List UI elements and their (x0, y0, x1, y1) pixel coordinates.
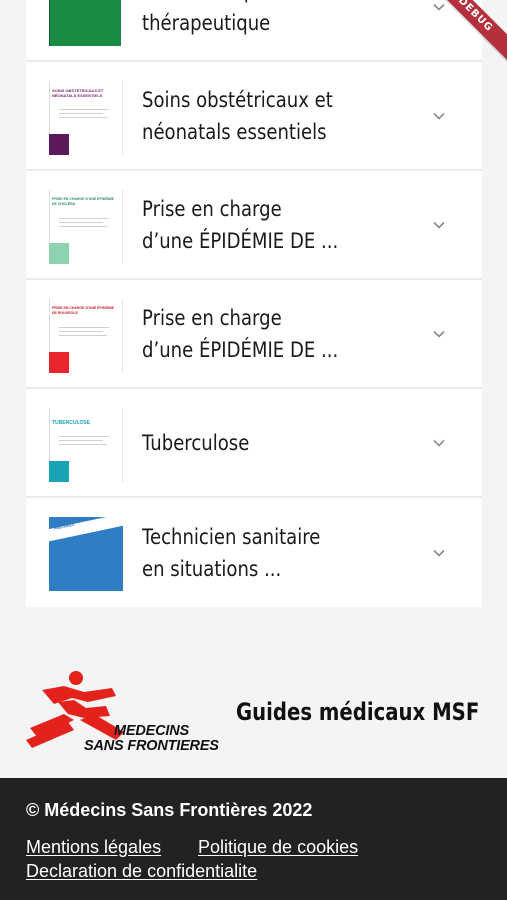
guide-cover: PRISE EN CHARGE D'UNE ÉPIDÉMIE DE ROUGEO… (49, 299, 123, 373)
guide-card[interactable]: TUBERCULOSE Tuberculose (26, 389, 482, 498)
cover-heading: PRISE EN CHARGE D'UNE ÉPIDÉMIE DE CHOLÉR… (52, 197, 114, 206)
cover-heading: PRISE EN CHARGE D'UNE ÉPIDÉMIE DE ROUGEO… (52, 306, 114, 315)
cover-heading: SOINS OBSTÉTRICAUX ET NÉONATALS ESSENTIE… (52, 88, 104, 98)
guide-title: Prise en charge d’une ÉPIDÉMIE DE ... (142, 196, 339, 253)
guide-card[interactable]: SOINS OBSTÉTRICAUX ET NÉONATALS ESSENTIE… (26, 62, 482, 171)
chevron-down-icon[interactable] (432, 218, 446, 232)
cover-heading: TUBERCULOSE (52, 420, 91, 426)
chevron-down-icon[interactable] (432, 109, 446, 123)
guide-title: Tuberculose (142, 430, 250, 455)
guide-title: Soins obstétricaux et néonatals essentie… (142, 87, 333, 144)
guide-card[interactable]: PRISE EN CHARGE D'UNE ÉPIDÉMIE DE CHOLÉR… (26, 171, 482, 280)
chevron-down-icon[interactable] (432, 0, 446, 14)
msf-logo: MEDECINS SANS FRONTIERES (24, 670, 224, 754)
msf-wordmark-line2: SANS FRONTIERES (84, 738, 219, 754)
guide-cover (49, 0, 123, 46)
guide-title: Technicien sanitaire en situations ... (142, 524, 321, 581)
guide-cover: TECHNICIEN SANITAIRE EN SITUATIONS PRÉCA… (49, 517, 123, 591)
cookie-policy-link[interactable]: Politique de cookies (198, 837, 358, 858)
guide-card[interactable]: PRISE EN CHARGE D'UNE ÉPIDÉMIE DE ROUGEO… (26, 280, 482, 389)
privacy-statement-link[interactable]: Declaration de confidentialite (26, 861, 257, 882)
guide-title: Guide clinique et thérapeutique (142, 0, 295, 35)
guide-cover: SOINS OBSTÉTRICAUX ET NÉONATALS ESSENTIE… (49, 81, 123, 155)
guide-cover: PRISE EN CHARGE D'UNE ÉPIDÉMIE DE CHOLÉR… (49, 190, 123, 264)
guide-cover: TUBERCULOSE (49, 408, 123, 482)
guide-list: Guide clinique et thérapeutique SOINS OB… (26, 0, 482, 607)
chevron-down-icon[interactable] (432, 327, 446, 341)
brand-section: MEDECINS SANS FRONTIERES Guides médicaux… (0, 620, 507, 778)
legal-notice-link[interactable]: Mentions légales (26, 837, 161, 858)
footer: © Médecins Sans Frontières 2022 Mentions… (0, 778, 507, 900)
msf-wordmark: MEDECINS SANS FRONTIERES (84, 724, 219, 754)
chevron-down-icon[interactable] (432, 546, 446, 560)
guide-card[interactable]: Guide clinique et thérapeutique (26, 0, 482, 62)
guide-card[interactable]: TECHNICIEN SANITAIRE EN SITUATIONS PRÉCA… (26, 498, 482, 607)
app-title: Guides médicaux MSF (236, 698, 480, 726)
msf-wordmark-line1: MEDECINS (114, 723, 189, 739)
chevron-down-icon[interactable] (432, 436, 446, 450)
copyright-text: © Médecins Sans Frontières 2022 (26, 800, 313, 820)
guide-title: Prise en charge d’une ÉPIDÉMIE DE ... (142, 305, 339, 362)
